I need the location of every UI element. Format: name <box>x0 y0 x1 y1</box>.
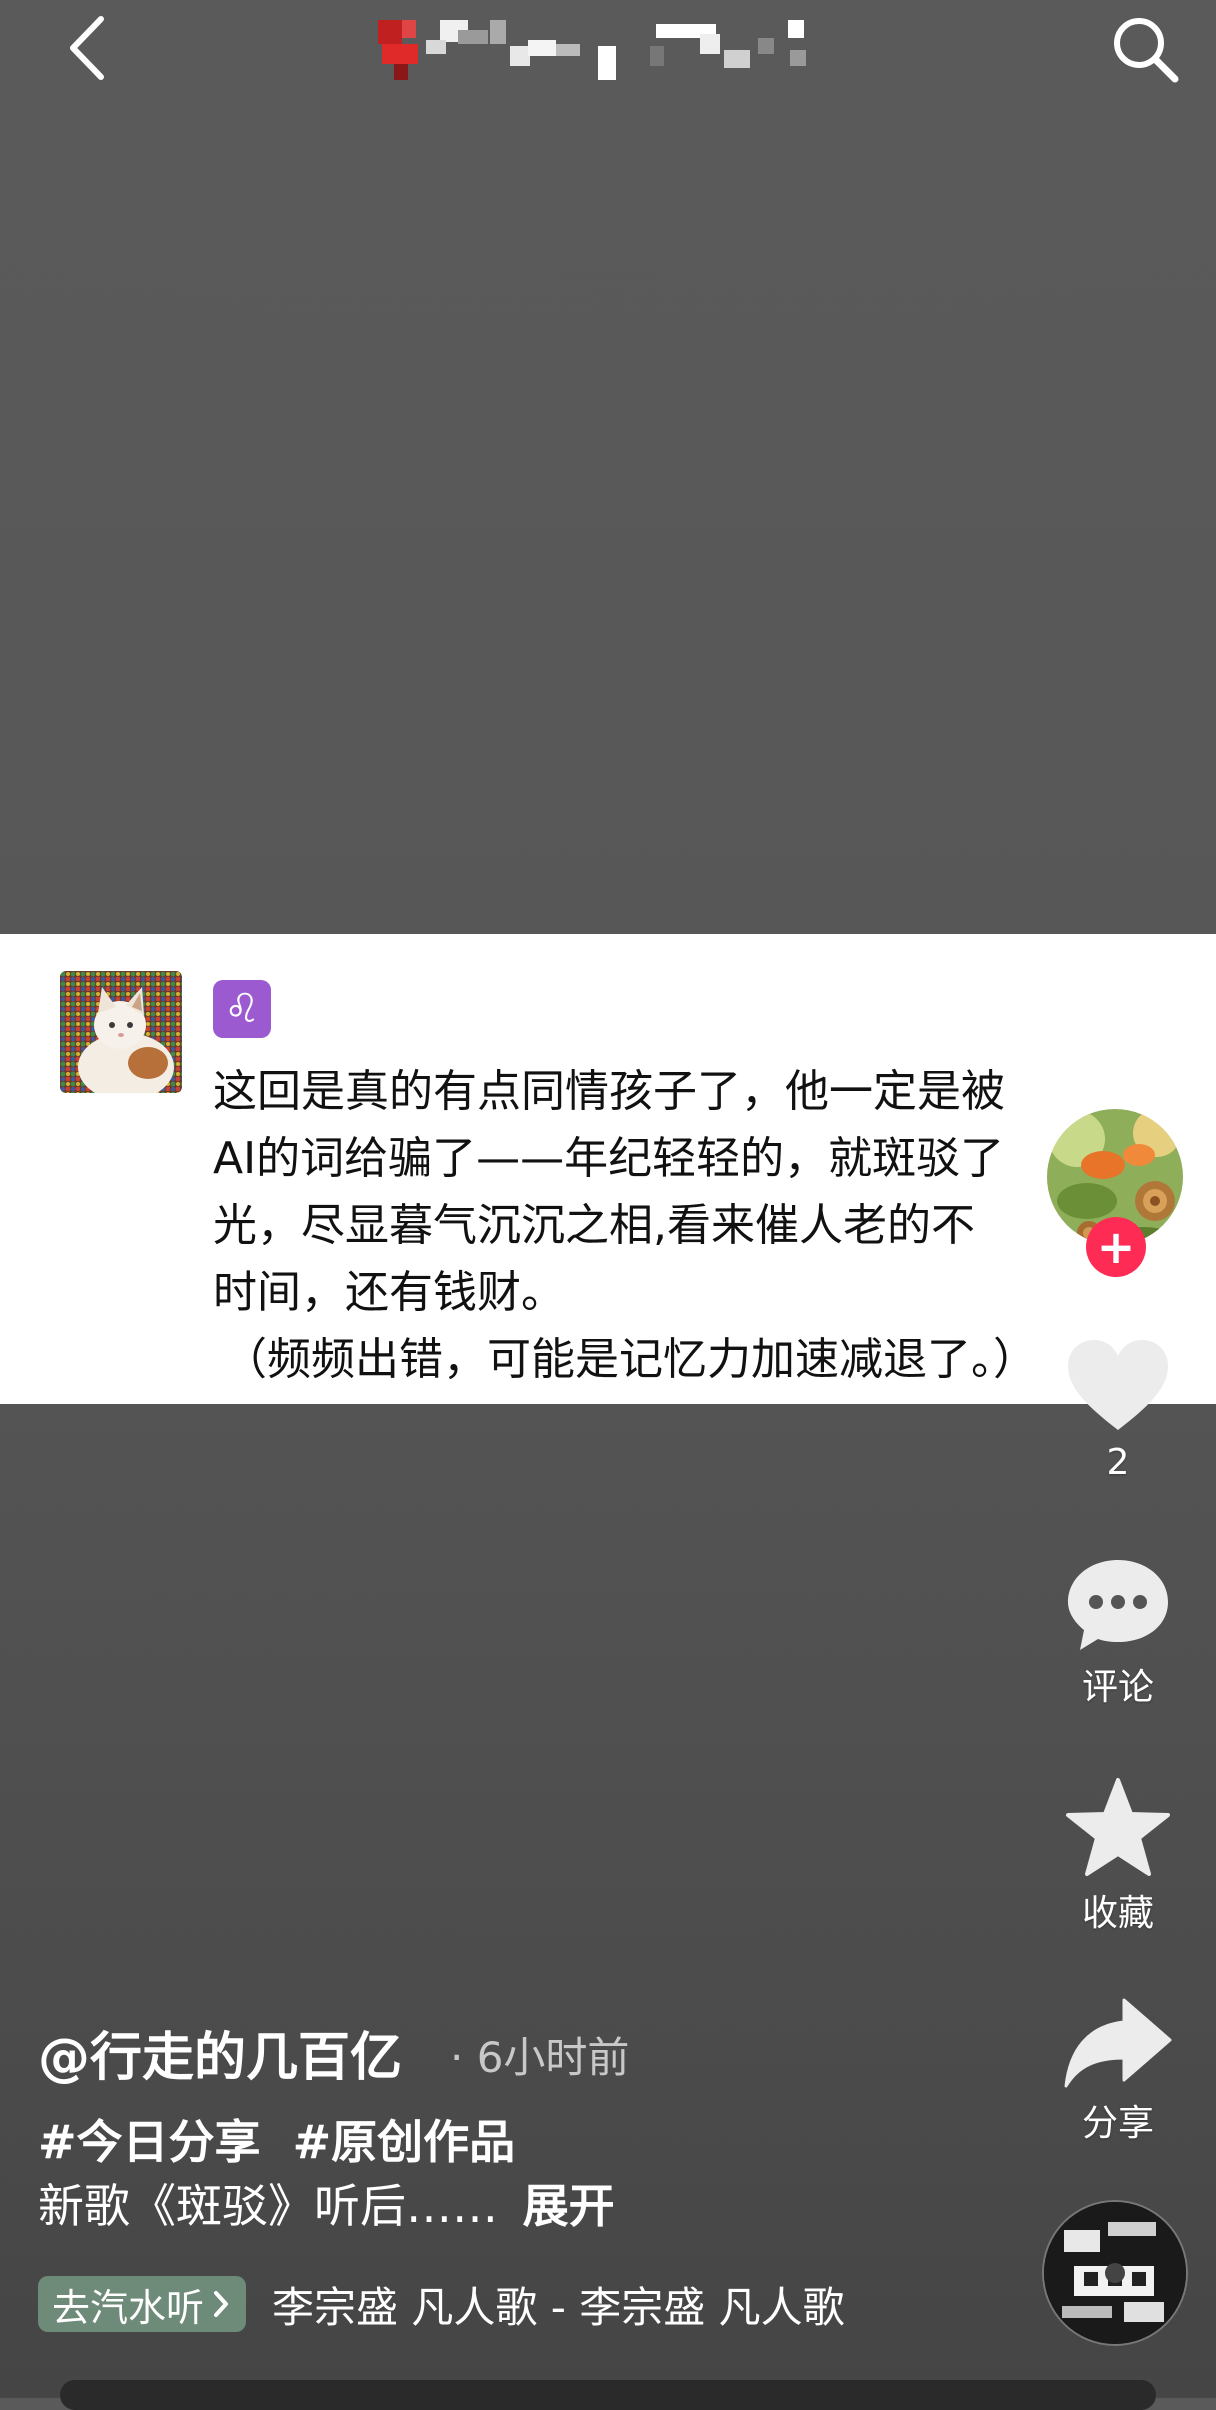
post-time: · 6小时前 <box>450 2033 630 2082</box>
soda-listen-button[interactable]: 去汽水听 <box>38 2276 247 2332</box>
music-track-text: 李宗盛 凡人歌 - 李宗盛 凡人歌 <box>272 2282 845 2332</box>
description-text: 新歌《斑驳》听后…… <box>38 2179 498 2233</box>
text-line: 这回是真的有点同情孩子了，他一定是被 <box>213 1066 1005 1117</box>
leo-zodiac-icon: ♌ <box>213 980 271 1038</box>
heart-icon <box>1068 1340 1168 1430</box>
comment-label: 评论 <box>1081 1667 1154 1708</box>
hashtag-list: #今日分享 #原创作品 <box>38 2106 531 2172</box>
post-description: 新歌《斑驳》听后…… 展开 <box>38 2170 615 2236</box>
author-name[interactable]: @行走的几百亿 <box>38 2015 402 2090</box>
expand-button[interactable]: 展开 <box>523 2179 615 2233</box>
search-button[interactable] <box>1100 4 1190 94</box>
hashtag-link[interactable]: #原创作品 <box>293 2115 516 2169</box>
chevron-right-icon <box>214 2291 229 2317</box>
bottom-input-bar[interactable] <box>60 2380 1156 2410</box>
chevron-left-icon <box>70 16 104 80</box>
page-title <box>378 20 820 82</box>
text-line: AI的词给骗了——年纪轻轻的，就斑驳了 <box>213 1133 1005 1184</box>
back-button[interactable] <box>52 8 122 88</box>
follow-button[interactable]: + <box>1086 1217 1146 1277</box>
text-line: （频频出错，可能是记忆力加速减退了。） <box>223 1334 1037 1385</box>
post-image-text: 这回是真的有点同情孩子了，他一定是被 AI的词给骗了——年纪轻轻的，就斑驳了 光… <box>213 1058 1153 1393</box>
soda-listen-label: 去汽水听 <box>52 2285 205 2330</box>
music-disc[interactable] <box>1042 2200 1188 2346</box>
star-icon <box>1066 1778 1170 1876</box>
search-icon <box>1114 18 1179 83</box>
favorite-button[interactable]: 收藏 <box>1038 1776 1198 1936</box>
comment-button[interactable]: 评论 <box>1038 1556 1198 1710</box>
share-button[interactable]: 分享 <box>1038 1996 1198 2146</box>
cat-avatar <box>60 971 182 1093</box>
share-label: 分享 <box>1081 2103 1154 2144</box>
favorite-label: 收藏 <box>1081 1893 1154 1934</box>
text-line: 光，尽显暮气沉沉之相,看来催人老的不 <box>213 1200 975 1251</box>
music-row[interactable]: 去汽水听 李宗盛 凡人歌 - 李宗盛 凡人歌 <box>38 2272 928 2336</box>
like-count: 2 <box>1106 1442 1130 1483</box>
like-button[interactable]: 2 <box>1038 1338 1198 1483</box>
comment-icon <box>1068 1560 1168 1650</box>
text-line: 时间，还有钱财。 <box>213 1267 565 1318</box>
share-arrow-icon <box>1064 1998 1172 2088</box>
hashtag-link[interactable]: #今日分享 <box>38 2115 261 2169</box>
